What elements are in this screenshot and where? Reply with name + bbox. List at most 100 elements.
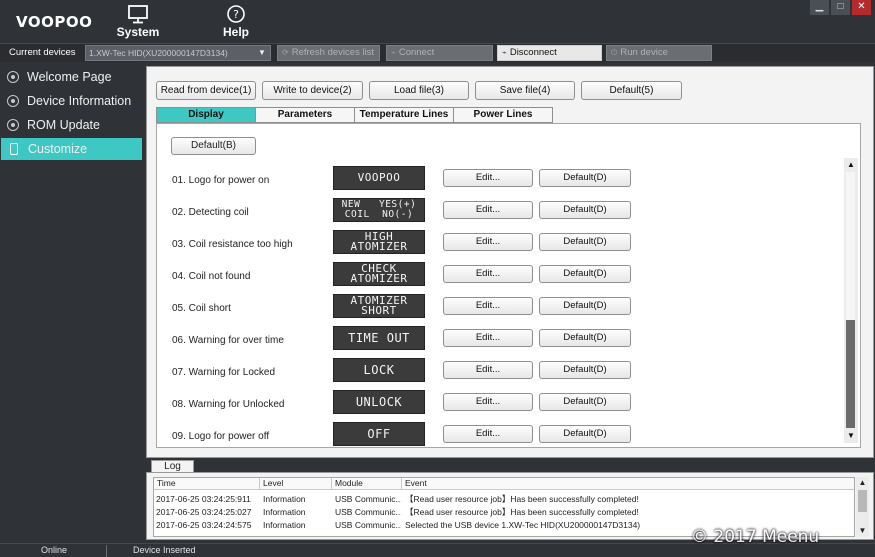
log-time: 2017-06-25 03:24:24:575 [156, 520, 252, 530]
edit-button[interactable]: Edit... [443, 425, 533, 443]
log-event: 【Read user resource job】Has been success… [405, 507, 639, 517]
menu-help[interactable]: ? Help [206, 2, 266, 42]
log-level: Information [263, 494, 306, 504]
sidebar-item-customize[interactable]: Customize [1, 138, 142, 160]
default-button[interactable]: Default(D) [539, 169, 631, 187]
tab-power-lines[interactable]: Power Lines [453, 107, 553, 123]
screen-preview: TIME OUT [333, 326, 425, 350]
current-devices-label: Current devices [9, 47, 76, 58]
menu-system[interactable]: System [108, 2, 168, 42]
edit-button[interactable]: Edit... [443, 233, 533, 251]
screen-preview: ATOMIZER SHORT [333, 294, 425, 318]
scroll-thumb[interactable] [858, 490, 867, 512]
monitor-icon [128, 5, 148, 24]
connect-button[interactable]: ⌁ Connect [386, 45, 493, 61]
default-button[interactable]: Default(D) [539, 233, 631, 251]
log-scrollbar[interactable]: ▲ ▼ [856, 477, 869, 537]
item-label: 06. Warning for over time [172, 335, 284, 346]
item-label: 05. Coil short [172, 303, 231, 314]
watermark: © 2017 Meenu [691, 527, 820, 547]
log-level: Information [263, 507, 306, 517]
app-logo: VOOPOO [16, 13, 93, 31]
customize-icon [10, 143, 18, 155]
column-header-module[interactable]: Module [332, 478, 402, 490]
list-item: 04. Coil not found CHECK ATOMIZER Edit..… [157, 262, 845, 294]
default-button[interactable]: Default(D) [539, 393, 631, 411]
column-header-event[interactable]: Event [402, 478, 854, 490]
run-device-button[interactable]: ⏻ Run device [606, 45, 712, 61]
sidebar-item-label: Device Information [27, 94, 132, 108]
link-icon: ⌁ [391, 48, 396, 57]
scroll-up-icon[interactable]: ▲ [856, 477, 869, 489]
item-label: 08. Warning for Unlocked [172, 399, 285, 410]
item-label: 01. Logo for power on [172, 175, 270, 186]
write-to-device-button[interactable]: Write to device(2) [262, 81, 363, 100]
status-online: Online [41, 545, 68, 555]
edit-button[interactable]: Edit... [443, 265, 533, 283]
scroll-down-icon[interactable]: ▼ [845, 430, 857, 442]
save-file-button[interactable]: Save file(4) [475, 81, 575, 100]
edit-button[interactable]: Edit... [443, 169, 533, 187]
maximize-button[interactable]: □ [831, 0, 850, 15]
log-time: 2017-06-25 03:24:25:911 [156, 494, 251, 504]
edit-button[interactable]: Edit... [443, 361, 533, 379]
list-item: 08. Warning for Unlocked UNLOCK Edit... … [157, 390, 845, 422]
list-item: 07. Warning for Locked LOCK Edit... Defa… [157, 358, 845, 390]
list-item: 02. Detecting coil NEW YES(+) COIL NO(-)… [157, 198, 845, 230]
scroll-up-icon[interactable]: ▲ [845, 159, 857, 171]
device-bar: Current devices 1.XW-Tec HID(XU200000147… [0, 43, 875, 62]
sidebar-item-rom-update[interactable]: ROM Update [0, 114, 144, 136]
sidebar-item-welcome-page[interactable]: Welcome Page [0, 66, 144, 88]
screen-preview: HIGH ATOMIZER [333, 230, 425, 254]
sidebar-item-label: Customize [28, 142, 88, 156]
status-divider [106, 545, 107, 557]
list-item: 01. Logo for power on VOOPOO Edit... Def… [157, 166, 845, 198]
screen-preview: OFF [333, 422, 425, 446]
minimize-button[interactable]: ▁ [810, 0, 829, 15]
table-row: 2017-06-25 03:24:25:027 Information USB … [154, 506, 854, 519]
default-all-button[interactable]: Default(5) [581, 81, 682, 100]
device-select-value: 1.XW-Tec HID(XU200000147D3134) [89, 48, 228, 58]
read-from-device-button[interactable]: Read from device(1) [156, 81, 256, 100]
scroll-down-icon[interactable]: ▼ [856, 525, 869, 537]
edit-button[interactable]: Edit... [443, 393, 533, 411]
default-button[interactable]: Default(D) [539, 329, 631, 347]
default-b-button[interactable]: Default(B) [171, 137, 256, 155]
menu-help-label: Help [222, 25, 249, 39]
edit-button[interactable]: Edit... [443, 201, 533, 219]
tab-display[interactable]: Display [156, 107, 256, 123]
column-header-level[interactable]: Level [260, 478, 332, 490]
column-header-time[interactable]: Time [154, 478, 260, 490]
default-button[interactable]: Default(D) [539, 201, 631, 219]
screen-preview: VOOPOO [333, 166, 425, 190]
disconnect-button[interactable]: ⌁ Disconnect [497, 45, 602, 61]
default-button[interactable]: Default(D) [539, 265, 631, 283]
item-label: 04. Coil not found [172, 271, 251, 282]
device-select[interactable]: 1.XW-Tec HID(XU200000147D3134) ▼ [85, 45, 271, 61]
default-button[interactable]: Default(D) [539, 425, 631, 443]
default-button[interactable]: Default(D) [539, 297, 631, 315]
log-event: 【Read user resource job】Has been success… [405, 494, 639, 504]
scroll-track[interactable] [846, 172, 855, 320]
close-button[interactable]: ✕ [852, 0, 871, 15]
sidebar-item-label: Welcome Page [27, 70, 112, 84]
home-icon [7, 71, 19, 83]
screen-preview: UNLOCK [333, 390, 425, 414]
list-item: 05. Coil short ATOMIZER SHORT Edit... De… [157, 294, 845, 326]
table-row: 2017-06-25 03:24:25:911 Information USB … [154, 493, 854, 506]
edit-button[interactable]: Edit... [443, 297, 533, 315]
tab-parameters[interactable]: Parameters [255, 107, 355, 123]
tab-temperature-lines[interactable]: Temperature Lines [354, 107, 454, 123]
sidebar-item-device-information[interactable]: Device Information [0, 90, 144, 112]
edit-button[interactable]: Edit... [443, 329, 533, 347]
refresh-devices-button[interactable]: ⟳ Refresh devices list [277, 45, 380, 61]
refresh-icon: ⟳ [282, 48, 289, 57]
scroll-thumb[interactable] [846, 320, 855, 428]
info-icon [7, 95, 19, 107]
vertical-scrollbar[interactable]: ▲ ▼ [844, 158, 858, 443]
item-label: 03. Coil resistance too high [172, 239, 293, 250]
log-time: 2017-06-25 03:24:25:027 [156, 507, 252, 517]
load-file-button[interactable]: Load file(3) [369, 81, 469, 100]
default-button[interactable]: Default(D) [539, 361, 631, 379]
screen-preview: CHECK ATOMIZER [333, 262, 425, 286]
